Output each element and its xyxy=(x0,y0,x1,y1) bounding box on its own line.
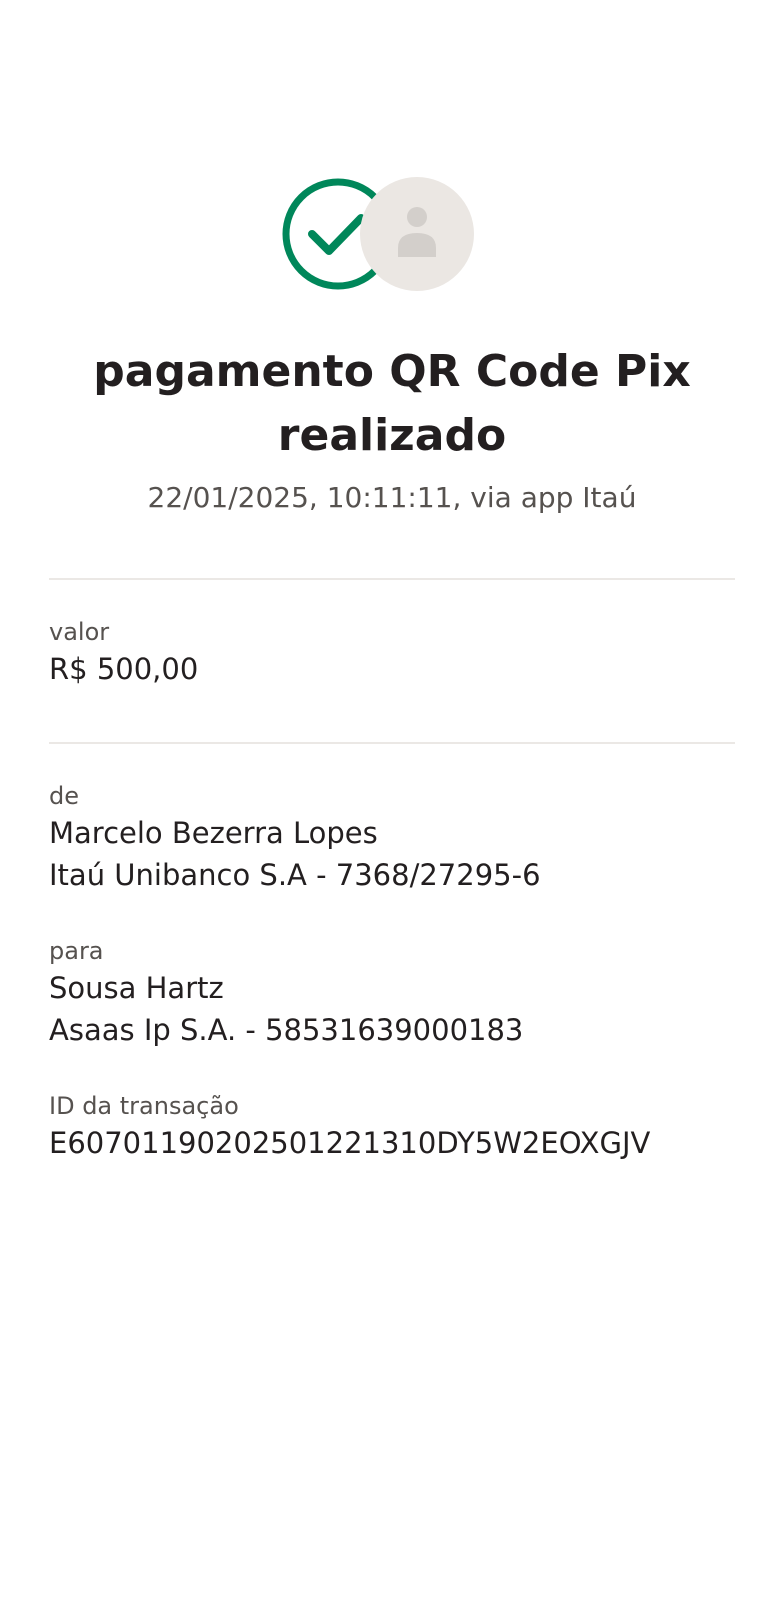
transaction-datetime: 22/01/2025, 10:11:11, via app Itaú xyxy=(147,481,637,514)
amount-value: R$ 500,00 xyxy=(49,652,199,686)
status-graphic xyxy=(282,177,474,291)
transaction-id-section: ID da transação E60701190202501221310DY5… xyxy=(49,1090,749,1164)
status-icon-cluster xyxy=(281,176,475,292)
payer-account: Itaú Unibanco S.A - 7368/27295-6 xyxy=(49,858,541,892)
amount-section: valor R$ 500,00 xyxy=(49,616,749,690)
page-title-line-1: pagamento QR Code Pix xyxy=(93,346,691,397)
page-title: pagamento QR Code Pix realizado xyxy=(0,340,784,468)
payee-section: para Sousa Hartz Asaas Ip S.A. - 5853163… xyxy=(49,935,749,1051)
payer-label: de xyxy=(49,782,79,810)
divider xyxy=(49,578,735,580)
divider xyxy=(49,742,735,744)
payee-name: Sousa Hartz xyxy=(49,971,224,1005)
avatar xyxy=(360,177,474,291)
transaction-id-label: ID da transação xyxy=(49,1092,239,1120)
payer-section: de Marcelo Bezerra Lopes Itaú Unibanco S… xyxy=(49,780,749,896)
payer-name: Marcelo Bezerra Lopes xyxy=(49,816,378,850)
amount-label: valor xyxy=(49,618,110,646)
transaction-id-value: E60701190202501221310DY5W2EOXGJV xyxy=(49,1126,651,1160)
payee-label: para xyxy=(49,937,104,965)
page-title-line-2: realizado xyxy=(277,410,507,461)
payee-account: Asaas Ip S.A. - 58531639000183 xyxy=(49,1013,524,1047)
